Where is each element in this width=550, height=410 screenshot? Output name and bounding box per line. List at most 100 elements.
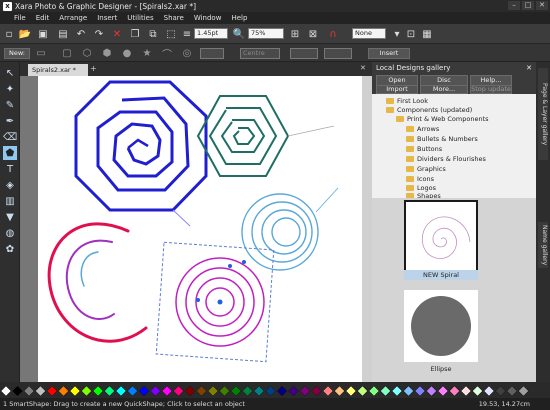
menu-file[interactable]: File (14, 14, 26, 22)
add-tab-icon[interactable]: + (90, 64, 97, 73)
duplicate-icon[interactable]: ⧉ (146, 27, 160, 41)
palette-swatch[interactable] (288, 385, 299, 397)
palette-swatch[interactable] (276, 385, 288, 397)
centre-handle[interactable] (217, 299, 223, 305)
transform-icon[interactable]: ⬚ (164, 27, 178, 41)
palette-swatch[interactable] (483, 385, 495, 397)
teal-hexagon-spiral[interactable] (196, 95, 290, 177)
transparency-tool-icon[interactable]: ▥ (3, 194, 17, 208)
freehand-tool-icon[interactable]: ✎ (3, 98, 17, 112)
blue-octagon-spiral[interactable] (74, 80, 208, 212)
width-field[interactable] (290, 48, 318, 59)
menu-share[interactable]: Share (164, 14, 184, 22)
more-button[interactable]: More... (420, 85, 468, 94)
palette-swatch[interactable] (380, 385, 391, 397)
selection-box[interactable] (155, 241, 275, 363)
eraser-tool-icon[interactable]: ⌫ (3, 130, 17, 144)
palette-swatch[interactable] (150, 385, 161, 397)
palette-swatch[interactable] (115, 385, 127, 397)
minimize-button[interactable]: – (508, 1, 520, 10)
delete-icon[interactable]: ✕ (110, 27, 124, 41)
palette-swatch[interactable] (311, 385, 322, 397)
star-icon[interactable]: ★ (140, 46, 154, 60)
dropdown-arrow-icon[interactable]: ▾ (390, 27, 404, 41)
radius-handle[interactable] (196, 298, 200, 302)
zoom-icon[interactable]: 🔍 (232, 27, 246, 41)
text-tool-icon[interactable]: T (3, 162, 17, 176)
palette-swatch[interactable] (12, 385, 23, 397)
palette-swatch[interactable] (23, 385, 35, 397)
page-layer-gallery-tab[interactable]: Page & Layer gallery (538, 68, 548, 160)
palette-swatch[interactable] (265, 385, 276, 397)
grid-icon[interactable]: ▦ (420, 27, 434, 41)
palette-swatch[interactable] (219, 385, 230, 397)
insert-button[interactable]: Insert (368, 48, 410, 59)
tree-item[interactable]: Buttons (406, 144, 442, 154)
thumbnail-ellipse[interactable] (404, 290, 478, 362)
palette-swatch[interactable] (391, 385, 403, 397)
palette-swatch[interactable] (242, 385, 253, 397)
name-gallery-tab[interactable]: Name gallery (538, 222, 548, 268)
drawing-canvas[interactable] (38, 76, 366, 382)
thumbnail-new-spiral[interactable] (404, 200, 478, 278)
centre-field[interactable]: Centre (240, 48, 280, 59)
palette-swatch[interactable] (230, 385, 242, 397)
star-shape-icon[interactable]: ⬢ (100, 46, 114, 60)
tree-item[interactable]: Arrows (406, 124, 439, 134)
palette-swatch[interactable] (161, 385, 173, 397)
palette-swatch[interactable] (437, 385, 449, 397)
palette-swatch[interactable] (173, 385, 184, 397)
height-field[interactable] (324, 48, 352, 59)
palette-swatches[interactable] (0, 382, 550, 398)
pink-gradient-spiral[interactable] (47, 222, 148, 343)
redo-icon[interactable]: ↷ (92, 27, 106, 41)
palette-swatch[interactable] (426, 385, 437, 397)
none-field[interactable]: None (352, 28, 386, 39)
tree-item[interactable]: Bullets & Numbers (406, 134, 478, 144)
stop-update-button[interactable]: Stop update (470, 85, 512, 94)
palette-swatch[interactable] (69, 385, 81, 397)
palette-swatch[interactable] (322, 385, 334, 397)
tree-item[interactable]: Graphics (406, 164, 446, 174)
palette-swatch[interactable] (345, 385, 357, 397)
menu-arrange[interactable]: Arrange (59, 14, 87, 22)
menu-edit[interactable]: Edit (36, 14, 50, 22)
palette-swatch[interactable] (334, 385, 345, 397)
zoom-field[interactable]: 75% (248, 28, 284, 39)
gallery-close-icon[interactable]: ✕ (526, 62, 532, 74)
page[interactable] (38, 76, 366, 382)
palette-swatch[interactable] (506, 385, 518, 397)
palette-swatch[interactable] (207, 385, 219, 397)
palette-swatch[interactable] (127, 385, 138, 397)
doc-tab-spirals2[interactable]: Spirals2.xar * (28, 64, 88, 76)
shape-type-icon[interactable]: ▭ (34, 46, 48, 60)
close-button[interactable]: ✕ (536, 1, 548, 10)
copy-icon[interactable]: ❐ (128, 27, 142, 41)
palette-swatch[interactable] (518, 385, 529, 397)
spiral-handle[interactable] (228, 264, 232, 268)
save-icon[interactable]: ▣ (36, 27, 50, 41)
palette-swatch[interactable] (92, 385, 104, 397)
palette-swatch[interactable] (81, 385, 92, 397)
import-button[interactable]: Import (376, 85, 418, 94)
menu-insert[interactable]: Insert (97, 14, 117, 22)
palette-swatch[interactable] (58, 385, 69, 397)
palette-swatch[interactable] (299, 385, 311, 397)
palette-swatch[interactable] (460, 385, 472, 397)
palette-swatch[interactable] (138, 385, 150, 397)
line-width-field[interactable]: 1.45pt (194, 28, 228, 39)
quickshape-tool-icon[interactable]: ⬟ (3, 146, 17, 160)
tree-item[interactable]: Dividers & Flourishes (406, 154, 486, 164)
rotate-handle[interactable] (242, 260, 246, 264)
polygon-icon[interactable]: ⬡ (80, 46, 94, 60)
fill-tool-icon[interactable]: ◈ (3, 178, 17, 192)
sides-field[interactable] (200, 48, 224, 59)
zoom-drawing-icon[interactable]: ⊠ (306, 27, 320, 41)
ellipse-icon[interactable]: ▢ (60, 46, 74, 60)
palette-swatch[interactable] (472, 385, 483, 397)
spiral-option-icon[interactable]: ◎ (180, 46, 194, 60)
vertical-scrollbar[interactable] (362, 76, 372, 382)
palette-swatch[interactable] (0, 385, 12, 397)
light-blue-spiral[interactable] (241, 187, 339, 271)
contour-tool-icon[interactable]: ◍ (3, 226, 17, 240)
